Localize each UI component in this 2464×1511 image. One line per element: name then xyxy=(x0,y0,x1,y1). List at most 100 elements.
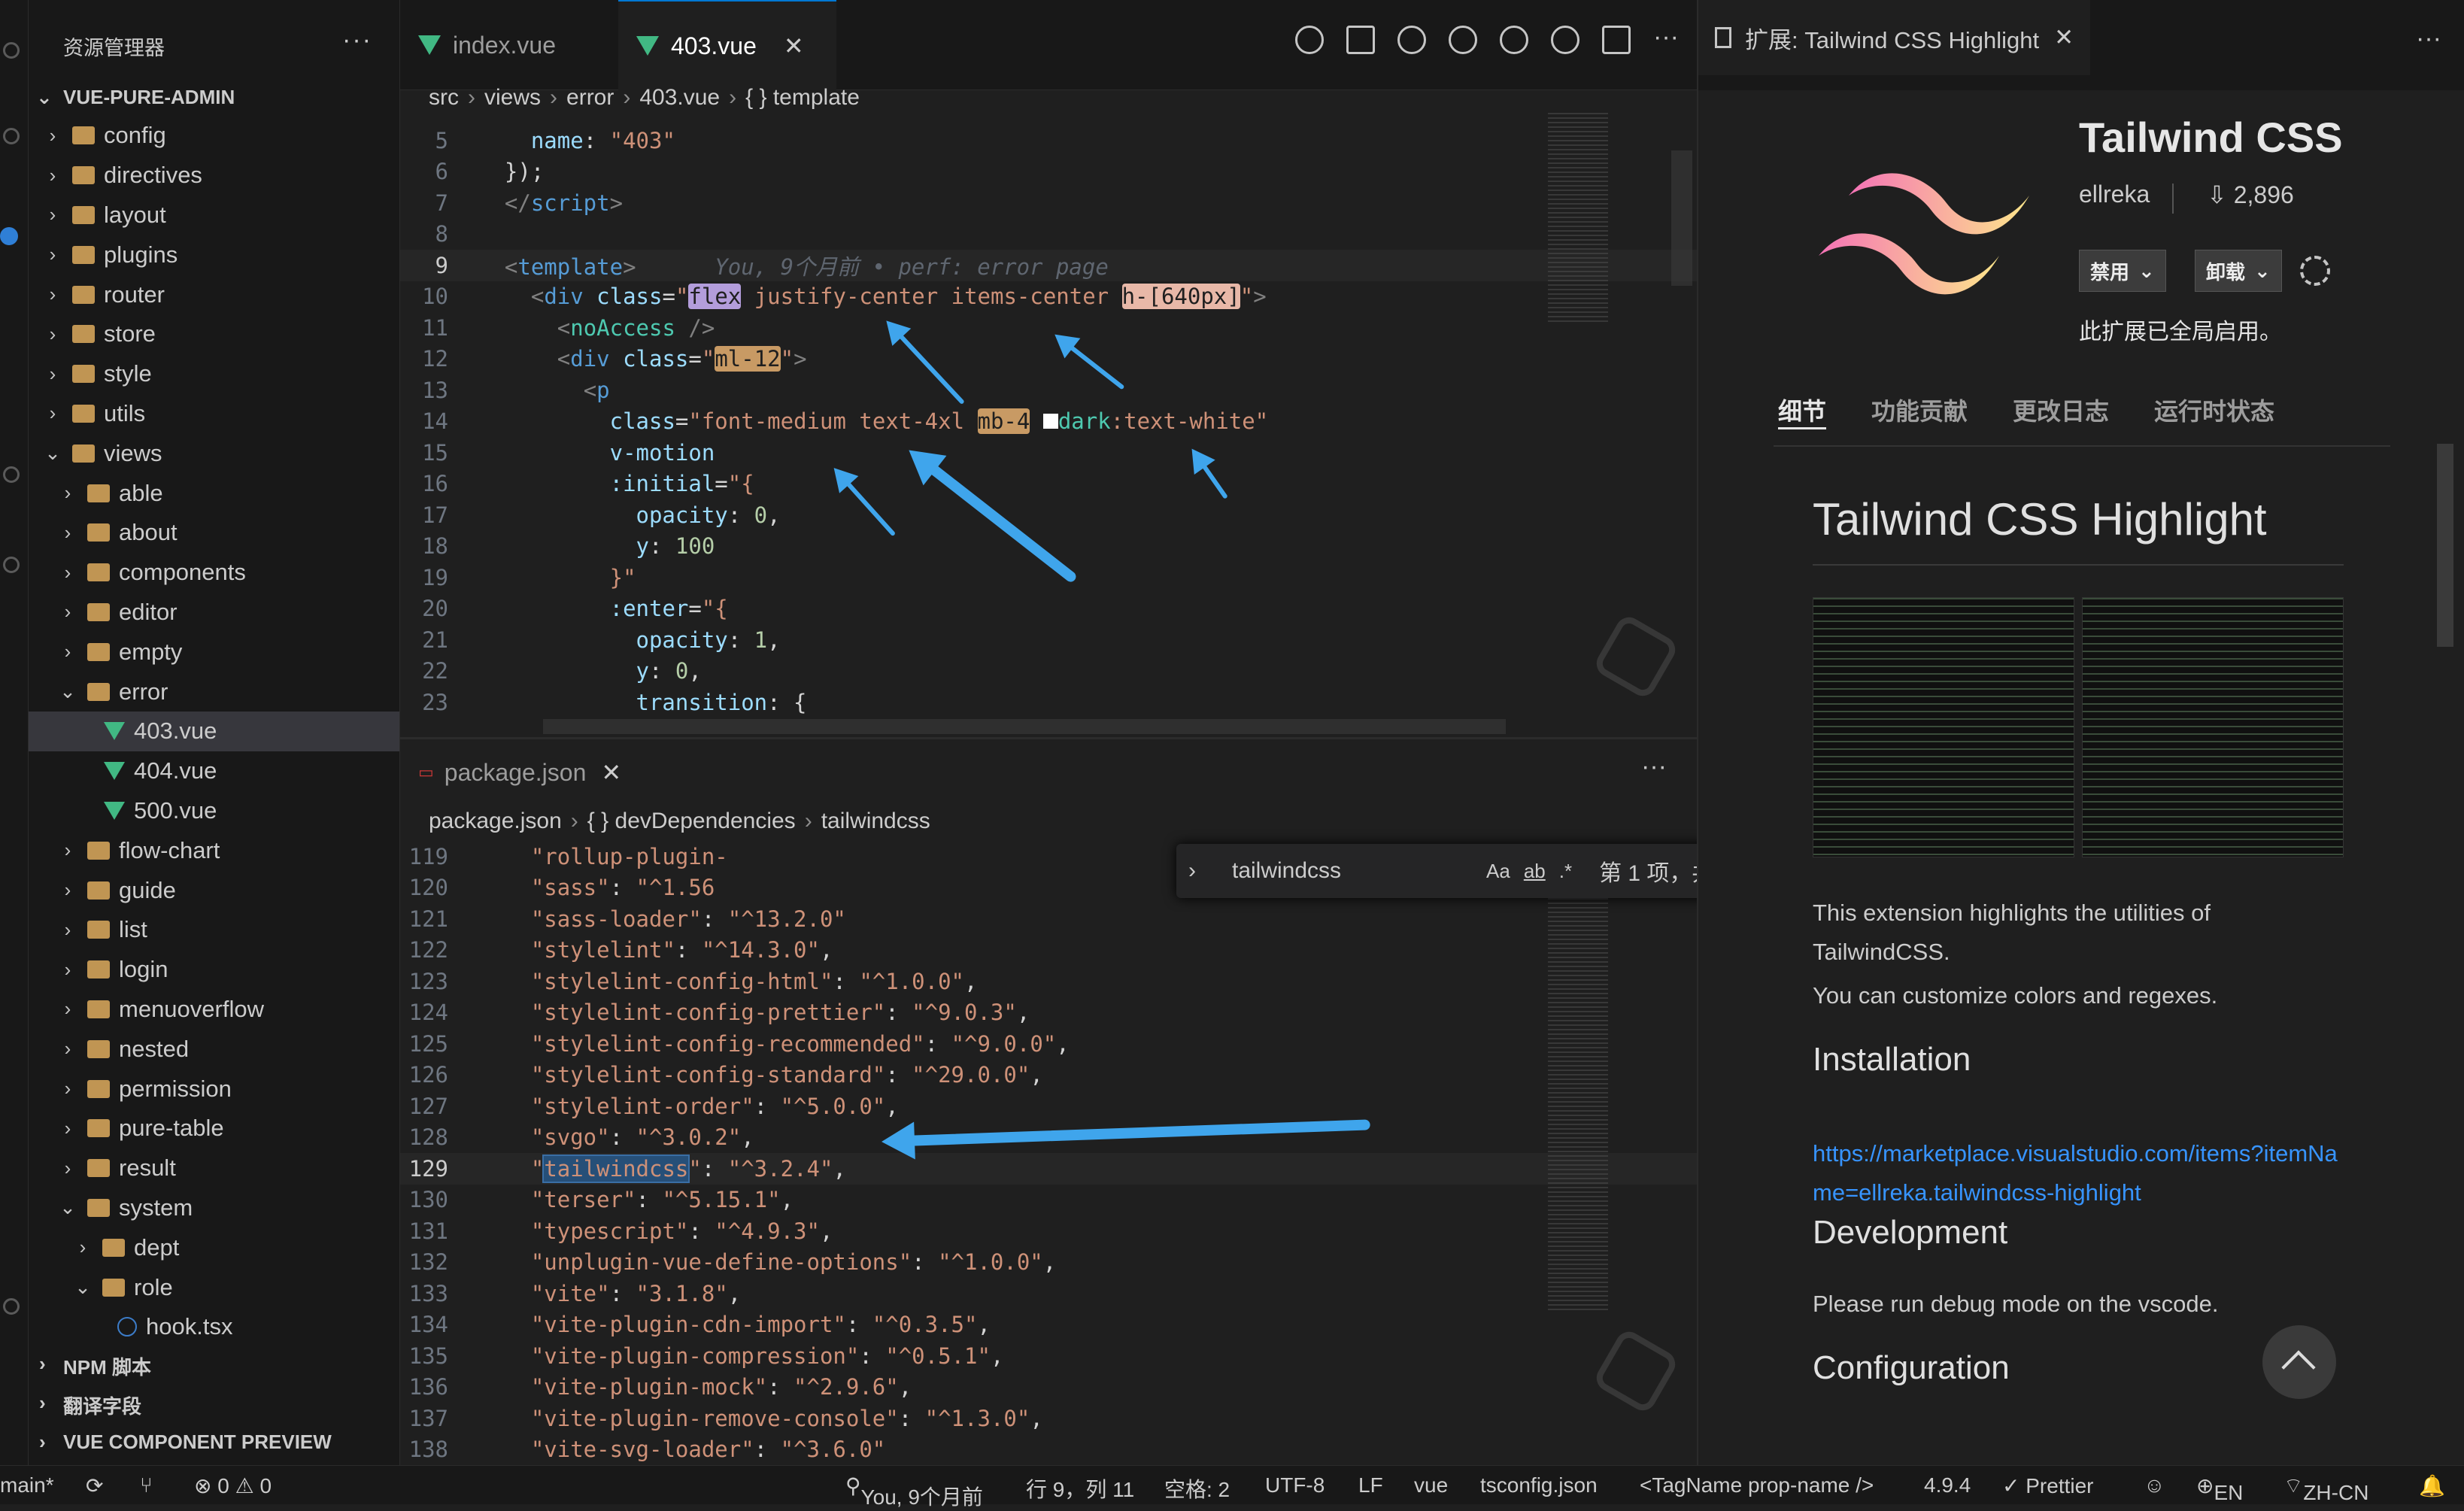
tree-item[interactable]: › permission xyxy=(29,1069,399,1109)
split-editor-icon[interactable] xyxy=(1602,26,1631,54)
disable-button[interactable]: 禁用 ⌄ xyxy=(2079,250,2166,292)
code-line[interactable]: 11 <noAccess /> xyxy=(400,312,1697,344)
code-line[interactable]: 129 "tailwindcss": "^3.2.4", xyxy=(400,1153,1697,1185)
tree-item[interactable]: › pure-table xyxy=(29,1109,399,1148)
tree-item[interactable]: ⌄ error xyxy=(29,672,399,712)
git-commit-icon[interactable] xyxy=(1449,26,1478,54)
tab-changelog[interactable]: 更改日志 xyxy=(2013,393,2109,427)
code-line[interactable]: 14 class="font-medium text-4xl mb-4 dark… xyxy=(400,406,1697,438)
hscrollbar-top[interactable] xyxy=(543,719,1506,734)
tree-item[interactable]: › dept xyxy=(29,1227,399,1267)
tree-item[interactable]: › directives xyxy=(29,156,399,196)
code-line[interactable]: 138 "vite-svg-loader": "^3.6.0" xyxy=(400,1434,1697,1464)
code-line[interactable]: 23 transition: { xyxy=(400,687,1697,718)
breadcrumb-item[interactable]: package.json xyxy=(429,809,562,834)
tree-item[interactable]: 404.vue xyxy=(29,751,399,791)
tree-item[interactable]: 500.vue xyxy=(29,791,399,831)
code-line[interactable]: 22 y: 0, xyxy=(400,656,1697,687)
tree-item[interactable]: › nested xyxy=(29,1029,399,1069)
code-line[interactable]: 21 opacity: 1, xyxy=(400,624,1697,656)
explorer-icon[interactable] xyxy=(3,42,20,59)
breadcrumb-item[interactable]: views xyxy=(484,85,541,111)
code-line[interactable]: 121 "sass-loader": "^13.2.0" xyxy=(400,903,1697,935)
indentation[interactable]: 空格: 2 xyxy=(1164,1473,1230,1503)
tree-item[interactable]: › flow-chart xyxy=(29,830,399,870)
scrollbar-top[interactable] xyxy=(1671,150,1692,286)
tab-package-json[interactable]: ▭ package.json ✕ xyxy=(400,740,626,805)
more-actions-icon[interactable]: ··· xyxy=(342,26,372,55)
color-palette-icon[interactable] xyxy=(1295,26,1325,54)
go-back-icon[interactable] xyxy=(1397,26,1427,54)
code-line[interactable]: 20 :enter="{ xyxy=(400,593,1697,625)
account-icon[interactable] xyxy=(3,1298,20,1315)
git-branch[interactable]: main* xyxy=(0,1473,54,1497)
tsconfig[interactable]: tsconfig.json xyxy=(1480,1473,1598,1497)
breadcrumb-item[interactable]: 403.vue xyxy=(639,85,720,111)
breadcrumb-item[interactable]: tailwindcss xyxy=(821,809,930,834)
tree-item[interactable]: ⌄ role xyxy=(29,1267,399,1307)
code-line[interactable]: 6 }); xyxy=(400,156,1697,188)
bell-icon[interactable]: 🔔 xyxy=(2419,1473,2445,1498)
code-line[interactable]: 137 "vite-plugin-remove-console": "^1.3.… xyxy=(400,1403,1697,1434)
code-line[interactable]: 124 "stylelint-config-prettier": "^9.0.3… xyxy=(400,997,1697,1029)
scrollbar[interactable] xyxy=(2437,444,2453,647)
code-editor-403[interactable]: 5 name: "403" 6 }); 7 </script> 8 9 <templat… xyxy=(400,125,1697,736)
search-icon[interactable] xyxy=(3,128,20,144)
tree-item[interactable]: › layout xyxy=(29,196,399,235)
whole-word-toggle[interactable]: ab xyxy=(1524,860,1546,883)
tree-item[interactable]: ⌄ system xyxy=(29,1188,399,1228)
tab-extension[interactable]: 扩展: Tailwind CSS Highlight ✕ xyxy=(1698,0,2091,75)
code-editor-package-json[interactable]: 119 "rollup-plugin- 120 "sass": "^1.56 121… xyxy=(400,841,1697,1464)
tree-item[interactable]: › config xyxy=(29,116,399,156)
code-line[interactable]: 135 "vite-plugin-compression": "^0.5.1", xyxy=(400,1340,1697,1372)
code-line[interactable]: 134 "vite-plugin-cdn-import": "^0.3.5", xyxy=(400,1309,1697,1341)
encoding[interactable]: UTF-8 xyxy=(1265,1473,1325,1497)
tree-item[interactable]: › empty xyxy=(29,632,399,672)
code-line[interactable]: 130 "terser": "^5.15.1", xyxy=(400,1185,1697,1216)
line-ending[interactable]: LF xyxy=(1358,1473,1383,1497)
workspace-root[interactable]: ⌄ VUE-PURE-ADMIN xyxy=(29,80,399,114)
breadcrumb-item[interactable]: { } devDependencies xyxy=(587,809,796,834)
uninstall-button[interactable]: 卸载 ⌄ xyxy=(2195,250,2282,292)
tree-item[interactable]: › style xyxy=(29,354,399,394)
breadcrumb-item[interactable]: src xyxy=(429,85,459,111)
tree-item[interactable]: › about xyxy=(29,513,399,553)
tree-item[interactable]: › able xyxy=(29,473,399,513)
code-line[interactable]: 126 "stylelint-config-standard": "^29.0.… xyxy=(400,1060,1697,1091)
chevron-down-icon[interactable]: ⌄ xyxy=(2138,259,2155,283)
minimap-top[interactable] xyxy=(1548,113,1608,323)
section-npm-scripts[interactable]: › NPM 脚本 xyxy=(29,1345,399,1382)
language-en[interactable]: ⊕ EN xyxy=(2196,1473,2243,1504)
code-line[interactable]: 13 <p xyxy=(400,375,1697,406)
tab-details[interactable]: 细节 xyxy=(1778,393,1826,427)
feedback-icon[interactable]: ☺ xyxy=(2144,1473,2165,1497)
tree-item[interactable]: › list xyxy=(29,910,399,950)
breadcrumb-item[interactable]: error xyxy=(566,85,614,111)
language-mode[interactable]: vue xyxy=(1414,1473,1448,1497)
extension-author[interactable]: ellreka xyxy=(2079,181,2150,208)
code-line[interactable]: 12 <div class="ml-12"> xyxy=(400,344,1697,375)
match-case-toggle[interactable]: Aa xyxy=(1486,860,1510,883)
code-line[interactable]: 17 opacity: 0, xyxy=(400,499,1697,531)
problems-indicator[interactable]: ⊗ 0 ⚠ 0 xyxy=(194,1473,272,1498)
tab-index-vue[interactable]: index.vue xyxy=(400,0,596,90)
code-line[interactable]: 10 <div class="flex justify-center items… xyxy=(400,281,1697,313)
tab-runtime-status[interactable]: 运行时状态 xyxy=(2154,393,2274,427)
code-line[interactable]: 122 "stylelint": "^14.3.0", xyxy=(400,935,1697,966)
more-actions-icon[interactable]: ··· xyxy=(2416,24,2441,53)
close-icon[interactable]: ✕ xyxy=(784,32,804,60)
go-forward-icon[interactable] xyxy=(1500,26,1529,54)
sync-icon[interactable]: ⟳ xyxy=(86,1473,103,1498)
language-zh[interactable]: ⌔ ZH-CN xyxy=(2283,1473,2368,1504)
gear-icon[interactable] xyxy=(2300,256,2330,286)
tree-item[interactable]: 403.vue xyxy=(29,711,399,751)
git-blame[interactable]: ⚲ You, 9个月前 xyxy=(845,1473,983,1509)
more-actions-icon[interactable]: ··· xyxy=(1641,752,1667,781)
cursor-position[interactable]: 行 9，列 11 xyxy=(1026,1473,1134,1503)
tree-item[interactable]: › menuoverflow xyxy=(29,990,399,1030)
tree-item[interactable]: › utils xyxy=(29,394,399,434)
extensions-icon[interactable] xyxy=(3,466,20,483)
tab-403-vue[interactable]: 403.vue ✕ xyxy=(618,0,836,90)
toggle-replace-icon[interactable]: › xyxy=(1188,858,1196,884)
tree-item[interactable]: › editor xyxy=(29,593,399,633)
